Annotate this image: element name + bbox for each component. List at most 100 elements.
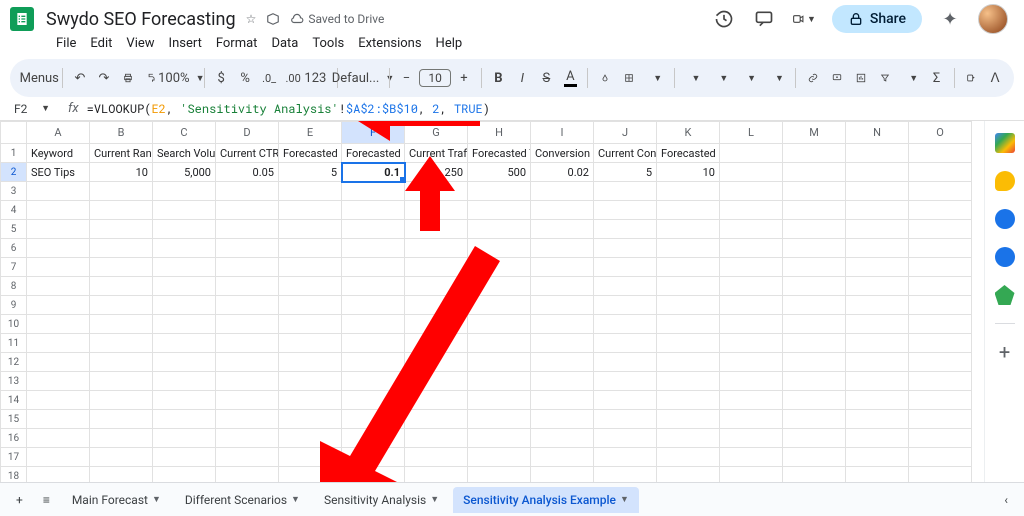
cell[interactable] [90, 467, 153, 483]
cell[interactable] [909, 315, 972, 334]
cell[interactable] [657, 239, 720, 258]
cell[interactable] [90, 201, 153, 220]
row-header[interactable]: 4 [1, 201, 27, 220]
cell[interactable] [846, 410, 909, 429]
cell[interactable] [153, 277, 216, 296]
menu-file[interactable]: File [50, 32, 82, 55]
menus-search[interactable]: Menus [18, 66, 56, 90]
cell[interactable] [846, 429, 909, 448]
cell[interactable] [846, 144, 909, 163]
cell[interactable] [783, 296, 846, 315]
cell[interactable] [909, 334, 972, 353]
cell[interactable] [531, 220, 594, 239]
cell[interactable] [846, 353, 909, 372]
menu-format[interactable]: Format [210, 32, 264, 55]
cell[interactable]: 500 [468, 163, 531, 182]
cell[interactable] [783, 334, 846, 353]
calendar-icon[interactable] [995, 133, 1015, 153]
cell[interactable] [846, 239, 909, 258]
menu-extensions[interactable]: Extensions [352, 32, 427, 55]
cell[interactable] [531, 334, 594, 353]
cell[interactable] [657, 448, 720, 467]
cell[interactable] [531, 448, 594, 467]
cell[interactable] [594, 182, 657, 201]
cell[interactable] [27, 467, 90, 483]
cell[interactable] [720, 391, 783, 410]
history-icon[interactable] [712, 7, 736, 31]
menu-help[interactable]: Help [430, 32, 469, 55]
cell[interactable]: Conversion Rate [531, 144, 594, 163]
zoom-dropdown[interactable]: 100%▼ [165, 67, 198, 90]
col-header[interactable]: D [216, 122, 279, 144]
cell[interactable] [783, 258, 846, 277]
cell[interactable] [657, 334, 720, 353]
cell[interactable] [783, 410, 846, 429]
cell[interactable]: 10 [657, 163, 720, 182]
cell[interactable] [783, 239, 846, 258]
cell[interactable] [594, 372, 657, 391]
cell[interactable] [720, 277, 783, 296]
cell[interactable] [90, 391, 153, 410]
borders-icon[interactable] [618, 66, 640, 90]
cell[interactable] [783, 277, 846, 296]
cell[interactable] [27, 182, 90, 201]
cell[interactable] [783, 372, 846, 391]
cell[interactable] [594, 220, 657, 239]
cell[interactable] [27, 239, 90, 258]
row-header[interactable]: 3 [1, 182, 27, 201]
cell[interactable] [783, 144, 846, 163]
cell[interactable] [594, 201, 657, 220]
cell[interactable] [909, 182, 972, 201]
cell[interactable]: Search Volume [153, 144, 216, 163]
cell[interactable] [657, 467, 720, 483]
cell[interactable] [846, 163, 909, 182]
cell[interactable] [720, 258, 783, 277]
col-header[interactable]: L [720, 122, 783, 144]
cell[interactable] [153, 334, 216, 353]
gemini-toolbar-icon[interactable] [960, 66, 982, 90]
cell[interactable] [531, 201, 594, 220]
row-header[interactable]: 12 [1, 353, 27, 372]
cell[interactable] [342, 182, 405, 201]
cell[interactable] [27, 296, 90, 315]
cell[interactable] [594, 410, 657, 429]
cell[interactable] [216, 296, 279, 315]
cell[interactable] [720, 315, 783, 334]
cell[interactable] [153, 220, 216, 239]
cell[interactable] [720, 239, 783, 258]
addons-plus-icon[interactable]: + [995, 342, 1015, 362]
move-icon[interactable] [266, 12, 280, 26]
cell[interactable] [783, 467, 846, 483]
cell[interactable] [909, 429, 972, 448]
cell[interactable] [720, 163, 783, 182]
cell[interactable] [27, 334, 90, 353]
cell[interactable] [531, 315, 594, 334]
cell[interactable] [153, 353, 216, 372]
valign-icon[interactable]: ▼ [708, 66, 734, 90]
cell[interactable]: SEO Tips [27, 163, 90, 182]
cell[interactable] [153, 391, 216, 410]
cell[interactable] [909, 163, 972, 182]
currency-icon[interactable]: $ [210, 67, 232, 90]
print-icon[interactable] [117, 66, 139, 90]
add-sheet-icon[interactable]: + [8, 487, 31, 513]
cell[interactable] [216, 182, 279, 201]
contacts-icon[interactable] [995, 247, 1015, 267]
cell[interactable] [657, 391, 720, 410]
cell[interactable] [531, 277, 594, 296]
cell[interactable] [783, 429, 846, 448]
insert-comment-icon[interactable] [826, 66, 848, 90]
cell[interactable] [846, 315, 909, 334]
cell[interactable] [153, 239, 216, 258]
filter-views-icon[interactable]: ▼ [898, 66, 924, 90]
cell[interactable] [657, 296, 720, 315]
cell[interactable] [468, 182, 531, 201]
font-dropdown[interactable]: Defaul...▼ [343, 67, 383, 90]
cell[interactable] [27, 410, 90, 429]
cell[interactable]: Current CTR [216, 144, 279, 163]
cell[interactable] [657, 372, 720, 391]
decrease-decimal-icon[interactable]: .0_ [258, 68, 280, 89]
cell[interactable] [909, 448, 972, 467]
cell[interactable] [720, 353, 783, 372]
cell[interactable] [909, 353, 972, 372]
